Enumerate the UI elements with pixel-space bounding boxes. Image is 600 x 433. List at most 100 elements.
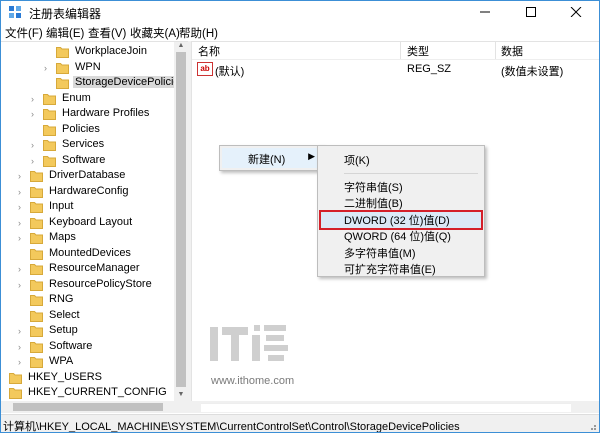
folder-icon — [9, 388, 22, 399]
tree-item-label: HardwareConfig — [49, 184, 129, 197]
scroll-up-icon[interactable]: ▲ — [174, 42, 188, 52]
tree-item-label: StorageDevicePolicies — [73, 76, 188, 88]
folder-icon — [56, 62, 69, 74]
value-data: (数值未设置) — [501, 66, 564, 78]
chevron-right-icon[interactable]: › — [18, 280, 26, 290]
chevron-right-icon[interactable]: › — [1, 373, 5, 383]
status-bar: 计算机\HKEY_LOCAL_MACHINE\SYSTEM\CurrentCon… — [1, 414, 599, 432]
chevron-right-icon[interactable]: › — [31, 94, 39, 104]
title-bar[interactable]: 注册表编辑器 — [1, 1, 599, 23]
list-h-scroll-track[interactable] — [201, 403, 571, 412]
submenu-item[interactable]: QWORD (64 位)值(Q) — [344, 228, 451, 244]
context-menu: 新建(N) ▶ — [219, 145, 324, 171]
chevron-right-icon[interactable]: › — [18, 202, 26, 212]
menu-favorites[interactable]: 收藏夹(A) — [130, 25, 180, 41]
folder-icon — [43, 155, 56, 167]
chevron-right-icon[interactable]: › — [18, 187, 26, 197]
horizontal-scrollbar[interactable] — [1, 401, 599, 413]
ab-string-icon: ab — [197, 62, 213, 76]
registry-app-icon — [9, 6, 21, 18]
submenu-item[interactable]: 多字符串值(M) — [344, 245, 416, 261]
new-submenu: 项(K) 字符串值(S) 二进制值(B) DWORD (32 位)值(D) QWORD … — [317, 145, 485, 277]
resize-grip-icon[interactable] — [587, 421, 597, 431]
tree-item-label: WorkplaceJoin — [75, 45, 147, 57]
folder-icon — [30, 357, 43, 368]
submenu-item[interactable]: 字符串值(S) — [344, 179, 403, 195]
chevron-right-icon[interactable]: › — [18, 326, 26, 336]
chevron-right-icon[interactable]: › — [31, 156, 39, 166]
submenu-item[interactable]: 可扩充字符串值(E) — [344, 261, 436, 277]
column-divider[interactable] — [495, 42, 496, 59]
tree-h-scroll-thumb[interactable] — [13, 403, 163, 411]
chevron-right-icon: ▶ — [308, 151, 315, 161]
column-data[interactable]: 数据 — [501, 43, 523, 59]
menu-view[interactable]: 查看(V) — [88, 25, 126, 41]
scroll-thumb[interactable] — [176, 52, 186, 387]
tree-item-label: MountedDevices — [49, 246, 131, 259]
registry-editor-window: 注册表编辑器 文件(F) 编辑(E) 查看(V) 收藏夹(A) 帮助(H) Wo… — [0, 0, 600, 433]
tree-item-label: Enum — [62, 91, 91, 104]
chevron-right-icon[interactable]: › — [44, 63, 52, 73]
chevron-right-icon[interactable]: › — [31, 140, 39, 150]
maximize-button[interactable] — [508, 1, 554, 23]
folder-icon — [30, 310, 43, 322]
folder-icon — [43, 109, 56, 120]
folder-icon — [30, 186, 43, 198]
folder-icon — [56, 47, 69, 58]
chevron-right-icon[interactable]: › — [18, 357, 26, 367]
tree-item-label: ResourcePolicyStore — [49, 277, 152, 290]
folder-icon — [30, 248, 43, 260]
folder-icon — [43, 93, 56, 105]
submenu-item[interactable]: 项(K) — [344, 152, 370, 168]
tree-item-label: Setup — [49, 324, 78, 336]
tree-item-label: WPN — [75, 60, 101, 73]
chevron-right-icon[interactable]: › — [31, 109, 39, 119]
folder-icon — [30, 202, 43, 213]
folder-icon — [30, 171, 43, 182]
window-title: 注册表编辑器 — [29, 7, 102, 21]
folder-icon — [43, 124, 56, 136]
tree-item-label: WPA — [49, 355, 74, 367]
chevron-right-icon[interactable]: › — [18, 342, 26, 352]
value-name: (默认) — [215, 66, 245, 78]
menu-help[interactable]: 帮助(H) — [179, 25, 218, 41]
header-divider — [192, 59, 599, 60]
menu-item-new[interactable]: 新建(N) ▶ — [222, 148, 321, 168]
scroll-down-icon[interactable]: ▼ — [174, 391, 188, 401]
tree-item-label: Input — [49, 200, 74, 212]
chevron-right-icon[interactable]: › — [18, 233, 26, 243]
tree-item-label: Maps — [49, 231, 76, 243]
close-button[interactable] — [553, 1, 599, 23]
tree-vertical-scrollbar[interactable]: ▲ ▼ — [174, 42, 188, 402]
folder-icon — [30, 326, 43, 337]
tree-item-label: Keyboard Layout — [49, 215, 133, 228]
menu-file[interactable]: 文件(F) — [5, 25, 43, 41]
tree-item-label: Hardware Profiles — [62, 107, 150, 119]
chevron-right-icon[interactable]: › — [1, 388, 5, 398]
tree-item-label: HKEY_USERS — [28, 370, 102, 383]
tree-item-label: HKEY_CURRENT_CONFIG — [28, 386, 167, 398]
chevron-right-icon[interactable]: › — [18, 171, 26, 181]
tree-item-label: Services — [62, 138, 105, 150]
tree-item-label: RNG — [49, 293, 74, 305]
folder-icon — [56, 78, 69, 89]
submenu-item[interactable]: DWORD (32 位)值(D) — [344, 212, 450, 228]
close-icon — [570, 7, 582, 17]
column-divider[interactable] — [400, 42, 401, 59]
folder-icon — [30, 264, 43, 275]
menu-item-new-label: 新建(N) — [248, 154, 286, 166]
folder-icon — [30, 233, 43, 244]
folder-icon — [30, 341, 43, 353]
minimize-button[interactable] — [462, 1, 508, 23]
tree-item-label: DriverDatabase — [49, 169, 126, 181]
tree-pane: WorkplaceJoin › WPN StorageDevicePolicies › E… — [1, 41, 188, 402]
menu-edit[interactable]: 编辑(E) — [46, 25, 84, 41]
chevron-right-icon[interactable]: › — [18, 218, 26, 228]
tree-item-label: ResourceManager — [49, 262, 140, 274]
chevron-right-icon[interactable]: › — [18, 264, 26, 274]
column-type[interactable]: 类型 — [407, 43, 429, 59]
tree-item-label: Software — [62, 153, 106, 166]
folder-icon — [30, 217, 43, 229]
folder-icon — [9, 372, 22, 384]
column-name[interactable]: 名称 — [198, 43, 220, 59]
